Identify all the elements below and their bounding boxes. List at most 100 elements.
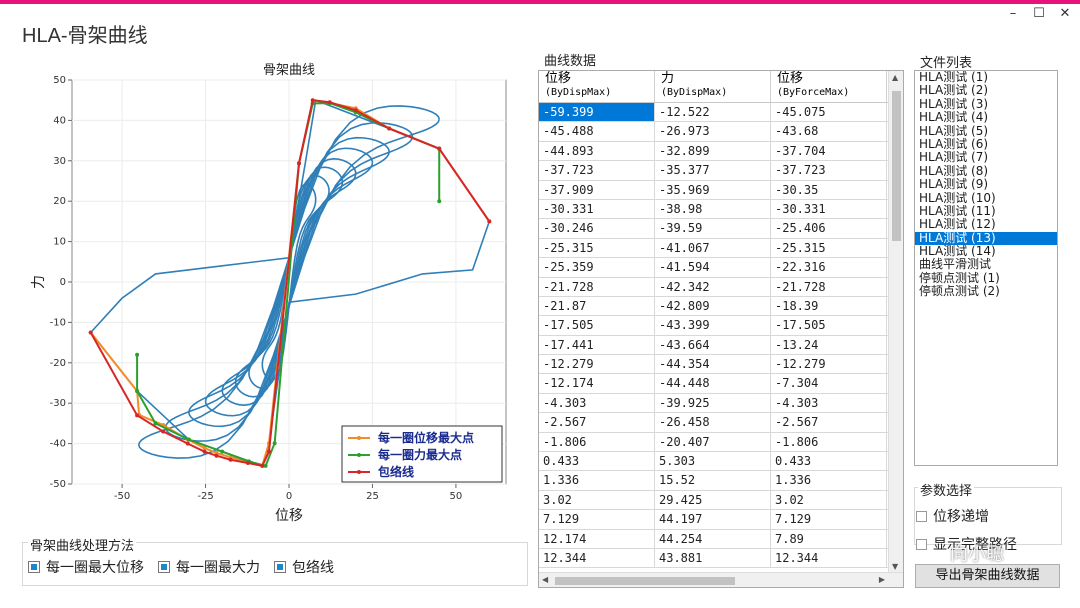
curve-data-table[interactable]: 位移 (ByDispMax) 力 (ByDispMax) 位移 (ByForceMax… xyxy=(538,70,904,588)
table-cell[interactable]: 29.425 xyxy=(655,490,771,510)
table-cell[interactable]: -35.969 xyxy=(655,180,771,199)
file-list-item[interactable]: 停顿点测试 (2) xyxy=(915,284,1057,298)
file-list-item[interactable]: 曲线平滑测试 xyxy=(915,258,1057,272)
table-cell[interactable]: -25.406 xyxy=(771,219,887,238)
table-row[interactable]: -2.567 -26.458 -2.567 xyxy=(539,413,889,433)
table-row[interactable]: -25.359 -41.594 -22.316 xyxy=(539,258,889,278)
table-cell[interactable]: -1.806 xyxy=(539,432,655,452)
table-cell[interactable]: 3.02 xyxy=(771,490,887,510)
table-cell[interactable]: -4.303 xyxy=(771,393,887,413)
checkbox-max-force[interactable] xyxy=(158,561,170,573)
table-row[interactable]: -37.909 -35.969 -30.35 xyxy=(539,180,889,200)
table-cell[interactable]: -39.925 xyxy=(655,393,771,413)
table-cell[interactable]: 15.52 xyxy=(655,471,771,490)
table-row[interactable]: -30.246 -39.59 -25.406 xyxy=(539,219,889,239)
table-cell[interactable]: -21.87 xyxy=(539,296,655,316)
table-cell[interactable]: 44.197 xyxy=(655,510,771,529)
table-cell[interactable]: 44.254 xyxy=(655,529,771,548)
table-cell[interactable]: -37.704 xyxy=(771,141,887,161)
export-skeleton-data-button[interactable]: 导出骨架曲线数据 xyxy=(915,564,1060,588)
table-row[interactable]: -21.728 -42.342 -21.728 xyxy=(539,277,889,297)
table-cell[interactable]: 7.89 xyxy=(771,529,887,548)
table-cell[interactable]: 0.433 xyxy=(539,452,655,471)
table-cell[interactable]: -7.304 xyxy=(771,374,887,393)
table-row[interactable]: -25.315 -41.067 -25.315 xyxy=(539,238,889,259)
table-row[interactable]: 7.129 44.197 7.129 xyxy=(539,510,889,530)
close-icon[interactable]: ✕ xyxy=(1058,6,1072,21)
table-cell[interactable]: -17.505 xyxy=(539,316,655,335)
table-row[interactable]: -1.806 -20.407 -1.806 xyxy=(539,432,889,453)
checkbox-max-displacement[interactable] xyxy=(28,561,40,573)
table-cell[interactable]: -44.354 xyxy=(655,355,771,374)
table-cell[interactable]: 5.303 xyxy=(655,452,771,471)
checkbox-show-full-path[interactable] xyxy=(916,538,927,550)
file-list-item[interactable]: HLA测试 (7) xyxy=(915,150,1057,164)
table-row[interactable]: 1.336 15.52 1.336 xyxy=(539,471,889,491)
table-cell[interactable]: -37.723 xyxy=(539,161,655,180)
table-cell[interactable]: -17.441 xyxy=(539,335,655,355)
column-header-force-bydisp[interactable]: 力 (ByDispMax) xyxy=(655,71,771,102)
table-cell[interactable]: -37.723 xyxy=(771,161,887,180)
maximize-icon[interactable]: ☐ xyxy=(1032,6,1046,21)
table-cell[interactable]: -20.407 xyxy=(655,432,771,452)
table-cell[interactable]: -38.98 xyxy=(655,199,771,219)
table-row[interactable]: -21.87 -42.809 -18.39 xyxy=(539,296,889,317)
table-cell[interactable]: -12.174 xyxy=(539,374,655,393)
table-cell[interactable]: -25.359 xyxy=(539,258,655,277)
table-cell[interactable]: -44.893 xyxy=(539,141,655,161)
file-list-item[interactable]: HLA测试 (2) xyxy=(915,83,1057,97)
table-cell[interactable]: 3.02 xyxy=(539,490,655,510)
scroll-left-icon[interactable]: ◀ xyxy=(542,575,548,584)
table-row[interactable]: -37.723 -35.377 -37.723 xyxy=(539,161,889,181)
table-cell[interactable]: -17.505 xyxy=(771,316,887,335)
table-cell[interactable]: 7.129 xyxy=(771,510,887,529)
table-cell[interactable]: -22.316 xyxy=(771,258,887,277)
table-cell[interactable]: -12.279 xyxy=(539,355,655,374)
table-cell[interactable]: -41.067 xyxy=(655,238,771,258)
file-list[interactable]: HLA测试 (1) HLA测试 (2) HLA测试 (3) HLA测试 (4) HLA测… xyxy=(914,70,1058,466)
table-cell[interactable]: -26.458 xyxy=(655,413,771,432)
table-row[interactable]: 3.02 29.425 3.02 xyxy=(539,490,889,511)
column-header-disp-byforce[interactable]: 位移 (ByForceMax) xyxy=(771,71,887,102)
horizontal-scrollbar[interactable]: ◀ ▶ xyxy=(539,572,903,587)
table-cell[interactable]: -21.728 xyxy=(539,277,655,296)
table-cell[interactable]: -30.35 xyxy=(771,180,887,199)
table-cell[interactable]: -43.664 xyxy=(655,335,771,355)
scroll-right-icon[interactable]: ▶ xyxy=(879,575,885,584)
table-row[interactable]: -12.279 -44.354 -12.279 xyxy=(539,355,889,375)
file-list-item[interactable]: HLA测试 (10) xyxy=(915,191,1057,205)
method-option-envelope[interactable]: 包络线 xyxy=(274,557,334,577)
table-cell[interactable]: -2.567 xyxy=(771,413,887,432)
table-row[interactable]: -17.441 -43.664 -13.24 xyxy=(539,335,889,356)
file-list-item[interactable]: HLA测试 (12) xyxy=(915,217,1057,231)
table-cell[interactable]: -12.522 xyxy=(655,103,771,122)
vertical-scrollbar[interactable]: ▲ ▼ xyxy=(888,71,903,573)
checkbox-displacement-increasing[interactable] xyxy=(916,510,927,522)
checkbox-envelope[interactable] xyxy=(274,561,286,573)
table-cell[interactable]: -25.315 xyxy=(771,238,887,258)
table-cell[interactable]: -59.399 xyxy=(539,103,655,122)
scroll-down-icon[interactable]: ▼ xyxy=(892,562,898,571)
table-row[interactable]: -30.331 -38.98 -30.331 xyxy=(539,199,889,220)
method-option-max-displacement[interactable]: 每一圈最大位移 xyxy=(28,557,144,577)
table-cell[interactable]: -26.973 xyxy=(655,122,771,141)
table-cell[interactable]: -2.567 xyxy=(539,413,655,432)
column-header-disp-bydisp[interactable]: 位移 (ByDispMax) xyxy=(539,71,655,102)
table-cell[interactable]: -45.075 xyxy=(771,103,887,122)
table-row[interactable]: -44.893 -32.899 -37.704 xyxy=(539,141,889,162)
table-row[interactable]: -17.505 -43.399 -17.505 xyxy=(539,316,889,336)
table-cell[interactable]: -4.303 xyxy=(539,393,655,413)
vertical-scroll-thumb[interactable] xyxy=(892,91,901,241)
table-cell[interactable]: -43.68 xyxy=(771,122,887,141)
horizontal-scroll-thumb[interactable] xyxy=(555,577,735,585)
table-cell[interactable]: -13.24 xyxy=(771,335,887,355)
scroll-up-icon[interactable]: ▲ xyxy=(892,73,898,82)
table-cell[interactable]: -43.399 xyxy=(655,316,771,335)
method-option-max-force[interactable]: 每一圈最大力 xyxy=(158,557,260,577)
file-list-item[interactable]: HLA测试 (5) xyxy=(915,124,1057,138)
table-cell[interactable]: -35.377 xyxy=(655,161,771,180)
table-cell[interactable]: 1.336 xyxy=(539,471,655,490)
table-cell[interactable]: -42.342 xyxy=(655,277,771,296)
table-cell[interactable]: -12.279 xyxy=(771,355,887,374)
table-row[interactable]: 0.433 5.303 0.433 xyxy=(539,452,889,472)
